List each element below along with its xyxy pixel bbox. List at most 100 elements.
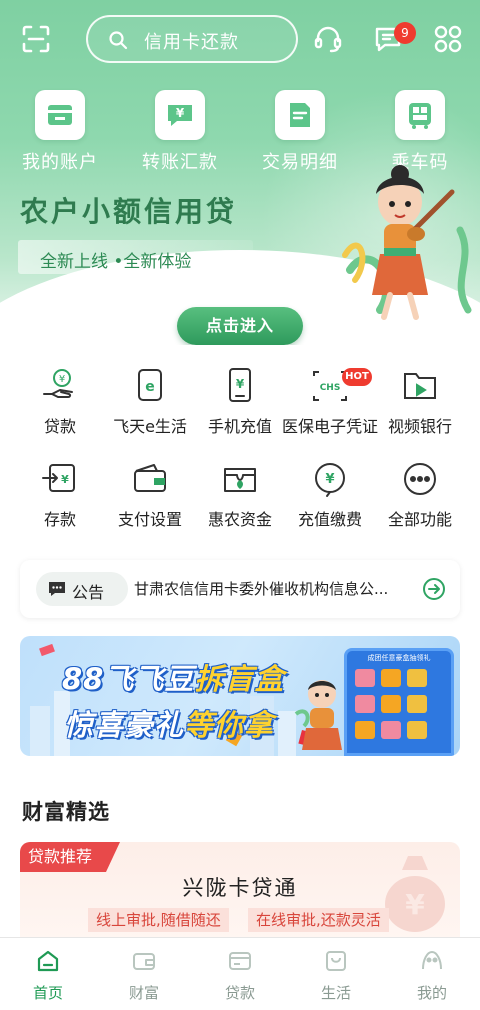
search-icon	[109, 31, 128, 50]
machine-title: 成团任意豪盒抽领礼	[367, 654, 431, 662]
menu-label: 充值缴费	[297, 510, 362, 529]
menu-label: 医保电子凭证	[282, 417, 379, 436]
feitian-fairy-illustration	[342, 165, 472, 320]
home-icon	[37, 950, 59, 972]
quick-label: 我的账户	[22, 152, 98, 173]
menu-all-functions[interactable]: 全部功能	[372, 459, 468, 531]
banner-line2-highlight: 等你拿	[184, 708, 275, 742]
banner-line1-prefix: 88飞飞豆	[62, 662, 195, 696]
menu-label: 视频银行	[387, 417, 452, 436]
quick-transfer[interactable]: ¥ 转账汇款	[125, 90, 235, 174]
wealth-title: 财富精选	[22, 800, 110, 824]
loan-product-name: 兴陇卡贷通	[182, 876, 298, 900]
menu-phone-topup[interactable]: ¥ 手机充值	[192, 366, 288, 438]
menu-pay-settings[interactable]: 支付设置	[102, 459, 198, 531]
svg-text:¥: ¥	[176, 106, 185, 120]
banner-line2-prefix: 惊喜豪礼	[64, 708, 185, 742]
arrow-right-circle-icon[interactable]	[422, 577, 446, 601]
svg-text:¥: ¥	[61, 473, 69, 486]
quick-label: 交易明细	[262, 152, 338, 173]
chat-bubble-icon	[49, 582, 65, 596]
notice-bar[interactable]: 公告 甘肃农信信用卡委外催收机构信息公...	[20, 560, 460, 618]
phone-topup-icon: ¥	[229, 368, 251, 402]
e-life-icon: e	[138, 369, 162, 401]
svg-text:CHS: CHS	[320, 383, 341, 393]
svg-text:¥: ¥	[59, 374, 65, 385]
profile-icon	[422, 951, 442, 970]
loan-hand-icon: ¥	[43, 369, 73, 398]
bottom-tab-bar: 首页 财富 贷款 生活 我的	[0, 937, 480, 1010]
svg-text:¥: ¥	[236, 377, 245, 391]
tab-loan[interactable]: 贷款	[192, 948, 288, 1003]
blind-box-machine: 成团任意豪盒抽领礼	[344, 648, 454, 756]
menu-bill-pay[interactable]: ¥ 充值缴费	[282, 459, 378, 531]
menu-video-bank[interactable]: 视频银行	[372, 366, 468, 438]
farm-fund-icon	[224, 468, 256, 492]
notice-tag-label: 公告	[72, 583, 105, 602]
tab-mine[interactable]: 我的	[384, 948, 480, 1003]
deposit-icon: ¥	[42, 464, 75, 492]
menu-label: 惠农资金	[207, 510, 272, 529]
menu-label: 手机充值	[207, 417, 272, 436]
video-bank-icon	[404, 373, 436, 399]
menu-label: 全部功能	[387, 510, 452, 529]
menu-label: 贷款	[43, 417, 76, 436]
scan-icon[interactable]	[22, 25, 50, 53]
gift-box-icon	[407, 669, 427, 687]
menu-farm-fund[interactable]: 惠农资金	[192, 459, 288, 531]
gift-box-icon	[381, 669, 401, 687]
banner-line1-highlight: 拆盲盒	[194, 662, 285, 696]
enter-button[interactable]: 点击进入	[177, 307, 303, 345]
hero-section: 信用卡还款 9 我的账户 ¥ 转账汇款 交易明细 乘车码 农户小额信用贷 全新上…	[0, 0, 480, 345]
menu-loan[interactable]: ¥ 贷款	[12, 366, 108, 438]
loan-recommend-tag: 贷款推荐	[20, 842, 120, 872]
loan-card-icon	[229, 952, 251, 970]
gift-box-icon	[381, 721, 401, 739]
life-bag-icon	[326, 951, 346, 971]
more-dots-icon	[404, 463, 436, 495]
quick-my-account[interactable]: 我的账户	[5, 90, 115, 174]
tab-label: 首页	[32, 984, 63, 1002]
tab-label: 生活	[320, 984, 351, 1002]
banner-line2: 惊喜豪礼等你拿	[64, 702, 274, 744]
top-bar: 信用卡还款 9	[0, 12, 480, 66]
gift-box-icon	[355, 695, 375, 713]
wallet-icon	[134, 464, 166, 492]
menu-label: 存款	[43, 510, 76, 529]
menu-label: 支付设置	[117, 510, 182, 529]
notice-tag: 公告	[36, 572, 128, 606]
tab-home[interactable]: 首页	[0, 948, 96, 1003]
tab-wealth[interactable]: 财富	[96, 948, 192, 1003]
svg-text:¥: ¥	[325, 472, 334, 487]
tab-label: 贷款	[224, 984, 255, 1002]
promo-title: 农户小额信用贷	[20, 195, 238, 228]
account-card-icon	[35, 90, 85, 140]
search-placeholder: 信用卡还款	[144, 32, 239, 53]
transfer-yuan-icon: ¥	[155, 90, 205, 140]
menu-deposit[interactable]: ¥ 存款	[12, 459, 108, 531]
tab-label: 财富	[128, 984, 159, 1002]
gift-box-icon	[407, 695, 427, 713]
transaction-list-icon	[275, 90, 325, 140]
bill-pay-icon: ¥	[315, 463, 345, 497]
loan-feature-pill: 在线审批,还款灵活	[248, 908, 389, 932]
wealth-wallet-icon	[133, 953, 155, 970]
svg-text:e: e	[145, 379, 155, 395]
tab-label: 我的	[416, 984, 447, 1002]
promo-subtitle: 全新上线 •全新体验	[40, 252, 192, 272]
tab-life[interactable]: 生活	[288, 948, 384, 1003]
menu-e-life[interactable]: e 飞天e生活	[102, 366, 198, 438]
gift-box-icon	[407, 721, 427, 739]
loan-feature-pill: 线上审批,随借随还	[88, 908, 229, 932]
bus-qr-icon	[395, 90, 445, 140]
headset-icon[interactable]	[313, 24, 343, 54]
banner-line1: 88飞飞豆拆盲盒	[62, 656, 284, 698]
search-bar[interactable]: 信用卡还款	[86, 15, 298, 63]
menu-label: 飞天e生活	[113, 417, 187, 436]
quick-transactions[interactable]: 交易明细	[245, 90, 355, 174]
menu-medical-insurance[interactable]: CHS HOT 医保电子凭证	[282, 366, 378, 438]
notice-text: 甘肃农信信用卡委外催收机构信息公...	[134, 580, 389, 598]
loan-recommend-card[interactable]: 贷款推荐 ¥ 兴陇卡贷通 线上审批,随借随还 在线审批,还款灵活	[20, 842, 460, 942]
apps-grid-icon[interactable]	[433, 24, 463, 54]
blind-box-banner[interactable]: 88飞飞豆拆盲盒 惊喜豪礼等你拿 成团任意豪盒抽领礼	[20, 636, 460, 756]
